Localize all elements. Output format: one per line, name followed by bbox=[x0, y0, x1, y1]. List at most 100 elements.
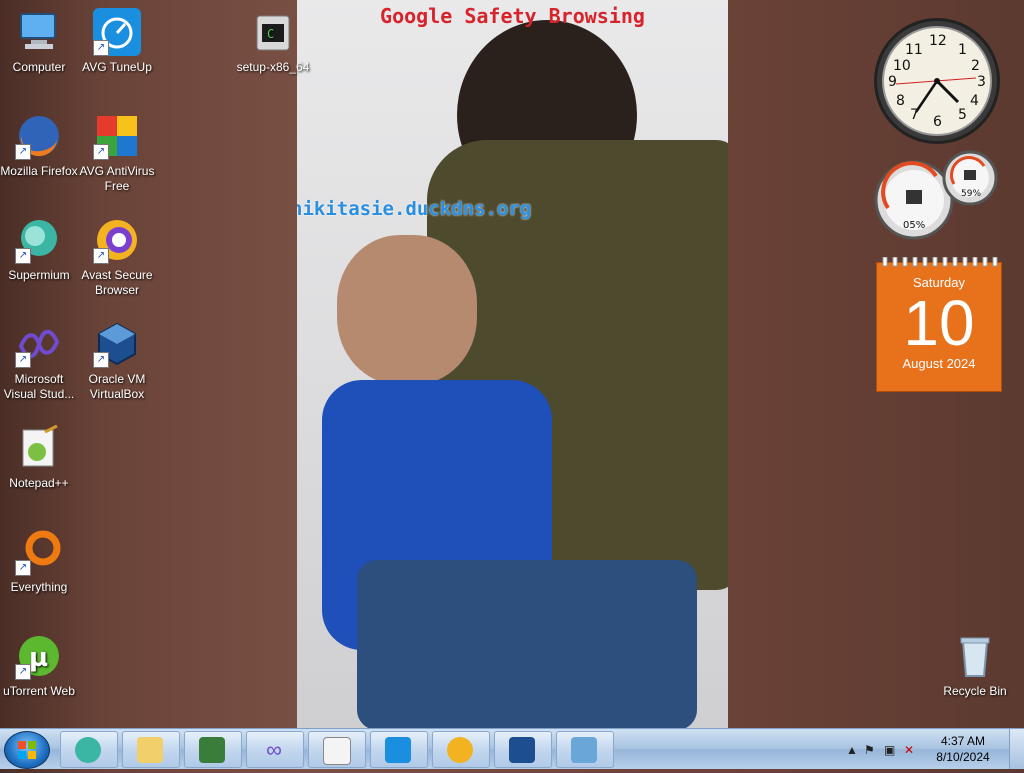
clock-numeral-10: 10 bbox=[893, 58, 911, 74]
clock-numeral-2: 2 bbox=[971, 58, 980, 74]
desktop-icon-avg-tuneup[interactable]: ↗ AVG TuneUp bbox=[78, 8, 156, 75]
taskbar-button-avg-tuneup[interactable] bbox=[370, 731, 428, 768]
clock-numeral-12: 12 bbox=[929, 33, 947, 49]
visual-studio-icon: ∞ bbox=[266, 737, 282, 762]
desktop-icon-label: Mozilla Firefox bbox=[0, 164, 78, 178]
shortcut-arrow-icon: ↗ bbox=[93, 248, 109, 264]
supermium-icon: ↗ bbox=[15, 216, 63, 264]
shortcut-arrow-icon: ↗ bbox=[15, 248, 31, 264]
shortcut-arrow-icon: ↗ bbox=[93, 40, 109, 56]
everything-icon: ↗ bbox=[15, 528, 63, 576]
start-button[interactable] bbox=[4, 731, 50, 769]
taskbar-clock[interactable]: 4:37 AM 8/10/2024 bbox=[928, 733, 998, 765]
clock-numeral-3: 3 bbox=[977, 74, 986, 90]
desktop-icon-computer[interactable]: Computer bbox=[0, 8, 78, 75]
taskbar: ∞ ▲ ⚑ ▣ ✕ 4:37 AM 8/10/2024 bbox=[0, 728, 1024, 769]
taskbar-button-explorer[interactable] bbox=[122, 731, 180, 768]
photo-figure-face bbox=[337, 235, 477, 385]
svg-text:µ: µ bbox=[29, 643, 48, 673]
desktop-icon-recycle-bin[interactable]: Recycle Bin bbox=[936, 632, 1014, 699]
calendar-day-number: 10 bbox=[903, 287, 975, 359]
calendar-rings-icon bbox=[882, 257, 998, 267]
notepadpp-icon bbox=[323, 737, 351, 765]
clock-gadget[interactable]: 12 1 2 3 4 5 6 7 8 9 10 11 bbox=[874, 18, 1000, 144]
supermium-icon bbox=[75, 737, 101, 763]
taskbar-button-avast-browser[interactable] bbox=[432, 731, 490, 768]
desktop-icon-avast-browser[interactable]: ↗ Avast Secure Browser bbox=[78, 216, 156, 298]
taskbar-button-task-manager[interactable] bbox=[184, 731, 242, 768]
system-tray: ▲ ⚑ ▣ ✕ 4:37 AM 8/10/2024 bbox=[834, 729, 1024, 769]
show-desktop-button[interactable] bbox=[1009, 729, 1024, 769]
calendar-month-year: August 2024 bbox=[902, 356, 976, 371]
cpu-percent: 05% bbox=[903, 220, 925, 231]
action-center-flag-icon[interactable]: ⚑ bbox=[864, 743, 875, 757]
desktop-icon-visual-studio[interactable]: ↗ Microsoft Visual Stud... bbox=[0, 320, 78, 402]
clock-numeral-6: 6 bbox=[933, 114, 942, 130]
desktop-icon-everything[interactable]: ↗ Everything bbox=[0, 528, 78, 595]
taskbar-time: 4:37 AM bbox=[940, 734, 986, 748]
image-viewer-icon bbox=[571, 737, 597, 763]
desktop-icon-label: Oracle VM VirtualBox bbox=[88, 372, 146, 401]
shortcut-arrow-icon: ↗ bbox=[15, 144, 31, 160]
volume-muted-icon[interactable]: ✕ bbox=[904, 743, 914, 757]
desktop-icon-label: Supermium bbox=[8, 268, 70, 282]
desktop-icon-supermium[interactable]: ↗ Supermium bbox=[0, 216, 78, 283]
shortcut-arrow-icon: ↗ bbox=[15, 560, 31, 576]
avg-antivirus-icon: ↗ bbox=[93, 112, 141, 160]
virtualbox-icon bbox=[509, 737, 535, 763]
desktop-icon-setup[interactable]: C setup-x86_64 bbox=[234, 8, 312, 75]
wallpaper-photo: Google Safety Browsing nikitasie.duckdns… bbox=[297, 0, 728, 728]
clock-numeral-1: 1 bbox=[958, 42, 967, 58]
shortcut-arrow-icon: ↗ bbox=[15, 352, 31, 368]
network-icon[interactable]: ▣ bbox=[884, 743, 895, 757]
desktop-icon-firefox[interactable]: ↗ Mozilla Firefox bbox=[0, 112, 78, 179]
avg-tuneup-icon: ↗ bbox=[93, 8, 141, 56]
utorrent-icon: µ ↗ bbox=[15, 632, 63, 680]
desktop-icon-label: Everything bbox=[10, 580, 68, 594]
desktop-icon-label: Microsoft Visual Stud... bbox=[3, 372, 75, 401]
installer-icon: C bbox=[249, 8, 297, 56]
desktop-icon-label: setup-x86_64 bbox=[236, 60, 310, 74]
desktop-icon-label: uTorrent Web bbox=[3, 684, 75, 698]
desktop-icon-virtualbox[interactable]: ↗ Oracle VM VirtualBox bbox=[78, 320, 156, 402]
avg-tuneup-icon bbox=[385, 737, 411, 763]
visual-studio-icon: ↗ bbox=[15, 320, 63, 368]
taskbar-button-image-viewer[interactable] bbox=[556, 731, 614, 768]
svg-text:C: C bbox=[267, 27, 274, 41]
avast-browser-icon: ↗ bbox=[93, 216, 141, 264]
cpu-meter-gadget[interactable]: 05% 59% bbox=[874, 148, 1000, 240]
memory-percent: 59% bbox=[961, 189, 981, 199]
desktop-icon-notepadpp[interactable]: Notepad++ bbox=[0, 424, 78, 491]
shortcut-arrow-icon: ↗ bbox=[15, 664, 31, 680]
clock-numeral-8: 8 bbox=[896, 93, 905, 109]
clock-face-icon: 12 1 2 3 4 5 6 7 8 9 10 11 bbox=[877, 21, 997, 141]
recycle-bin-icon bbox=[951, 632, 999, 680]
windows-logo-icon bbox=[18, 741, 36, 759]
taskbar-button-notepadpp[interactable] bbox=[308, 731, 366, 768]
clock-numeral-4: 4 bbox=[970, 93, 979, 109]
wallpaper-url: nikitasie.duckdns.org bbox=[297, 198, 532, 220]
task-manager-icon bbox=[199, 737, 225, 763]
desktop-icon-label: AVG TuneUp bbox=[82, 60, 152, 74]
clock-numeral-11: 11 bbox=[905, 42, 923, 58]
desktop-icon-utorrent[interactable]: µ ↗ uTorrent Web bbox=[0, 632, 78, 699]
firefox-icon: ↗ bbox=[15, 112, 63, 160]
tray-expand-icon[interactable]: ▲ bbox=[846, 743, 858, 757]
taskbar-date: 8/10/2024 bbox=[936, 750, 990, 764]
shortcut-arrow-icon: ↗ bbox=[93, 352, 109, 368]
desktop-icon-label: Avast Secure Browser bbox=[81, 268, 153, 297]
computer-icon bbox=[15, 8, 63, 56]
folder-icon bbox=[137, 737, 163, 763]
shortcut-arrow-icon: ↗ bbox=[93, 144, 109, 160]
taskbar-button-supermium[interactable] bbox=[60, 731, 118, 768]
photo-figure-jeans bbox=[357, 560, 697, 728]
taskbar-button-virtualbox[interactable] bbox=[494, 731, 552, 768]
gauge-icon: 05% 59% bbox=[874, 150, 998, 240]
clock-numeral-9: 9 bbox=[888, 74, 897, 90]
wallpaper-title: Google Safety Browsing bbox=[380, 4, 645, 28]
desktop-icon-avg-antivirus[interactable]: ↗ AVG AntiVirus Free bbox=[78, 112, 156, 194]
taskbar-button-visual-studio[interactable]: ∞ bbox=[246, 731, 304, 768]
desktop-icon-label: AVG AntiVirus Free bbox=[79, 164, 155, 193]
desktop-icon-label: Notepad++ bbox=[9, 476, 69, 490]
calendar-gadget[interactable]: Saturday 10 August 2024 bbox=[876, 257, 1002, 392]
